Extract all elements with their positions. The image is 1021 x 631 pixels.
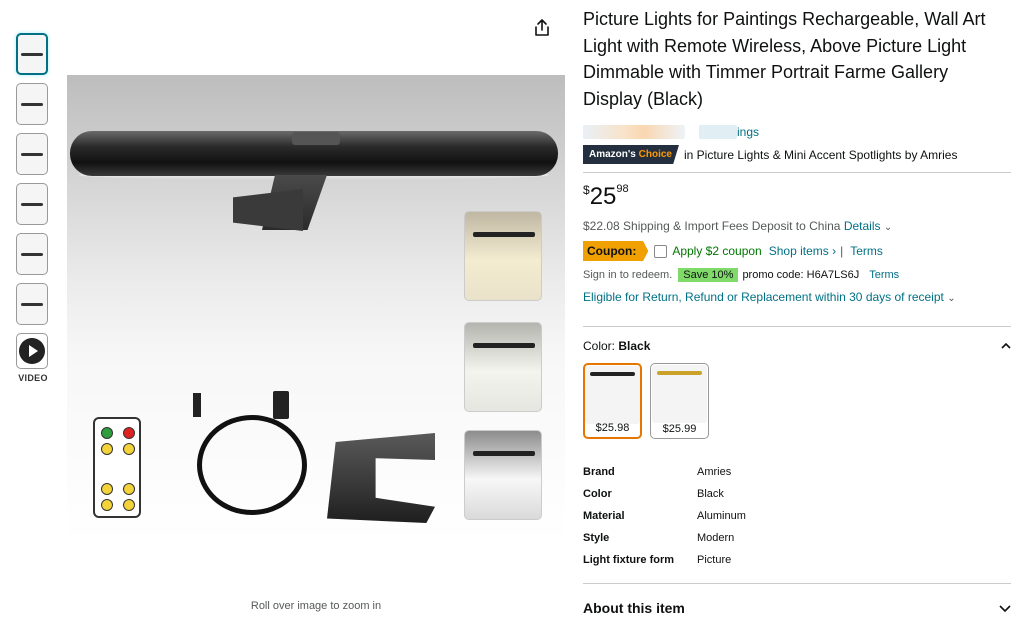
- thumbnail-lamp-image: [21, 252, 43, 256]
- cool-light-swatch: [464, 430, 542, 520]
- table-row: Style Modern: [583, 527, 746, 549]
- variant-image: [585, 366, 640, 424]
- details-link[interactable]: Details: [844, 219, 881, 233]
- amazons-choice-badge: Amazon's Choice: [583, 145, 679, 164]
- divider: [583, 583, 1011, 584]
- variant-price: $25.98: [595, 422, 630, 434]
- lamp-mount-image: [233, 189, 303, 231]
- thumbnail-1[interactable]: [16, 33, 48, 75]
- thumbnail-lamp-image: [21, 302, 43, 306]
- price-fraction: 98: [616, 183, 629, 195]
- variant-image: [652, 365, 707, 423]
- price-symbol: $: [583, 183, 590, 197]
- shipping-text: $22.08 Shipping & Import Fees Deposit to…: [583, 219, 841, 233]
- coupon-row: Coupon: Apply $2 coupon Shop items › | T…: [583, 241, 1011, 261]
- main-product-image[interactable]: [67, 75, 565, 543]
- neutral-light-swatch: [464, 322, 542, 412]
- table-row: Brand Amries: [583, 461, 746, 483]
- thumbnail-strip: VIDEO: [16, 33, 50, 383]
- color-variants: $25.98 $25.99: [583, 363, 1011, 439]
- divider: [583, 326, 1011, 327]
- micro-usb-plug-image: [193, 393, 201, 417]
- price: $ 25 98: [583, 181, 1011, 209]
- ratings-link[interactable]: ings: [737, 125, 759, 139]
- spec-value: Black: [697, 488, 724, 500]
- remote-control-image: [93, 417, 141, 518]
- coupon-checkbox[interactable]: [654, 244, 668, 258]
- usb-cable-image: [197, 415, 307, 515]
- thumbnail-lamp-image: [21, 202, 43, 206]
- return-policy-text[interactable]: Eligible for Return, Refund or Replaceme…: [583, 290, 944, 304]
- badge-prefix: Amazon's: [589, 149, 636, 160]
- variant-black[interactable]: $25.98: [583, 363, 642, 439]
- divider: [583, 172, 1011, 173]
- thumbnail-lamp-image: [21, 102, 43, 106]
- sign-in-to-redeem: Sign in to redeem.: [583, 269, 673, 281]
- usb-plug-image: [273, 391, 289, 419]
- choice-in: in: [683, 147, 694, 162]
- thumbnail-video[interactable]: [16, 333, 48, 369]
- table-row: Material Aluminum: [583, 505, 746, 527]
- thumbnail-6[interactable]: [16, 283, 48, 325]
- product-details: Picture Lights for Paintings Rechargeabl…: [583, 6, 1011, 616]
- lamp-hinge-image: [292, 132, 340, 145]
- coupon-terms-link[interactable]: Terms: [850, 244, 883, 258]
- spec-key: Color: [583, 488, 612, 500]
- spec-value: Picture: [697, 554, 732, 566]
- amazons-choice-row: Amazon's Choice in Picture Lights & Mini…: [583, 145, 1011, 164]
- promo-terms-link[interactable]: Terms: [869, 269, 899, 281]
- thumbnail-lamp-image: [21, 152, 43, 156]
- color-label: Color:: [583, 339, 616, 353]
- selected-color: Black: [618, 339, 651, 353]
- choice-brand: by Amries: [904, 147, 958, 162]
- promo-row: Sign in to redeem. Save 10% promo code: …: [583, 268, 1011, 282]
- chevron-down-icon[interactable]: ⌄: [884, 222, 892, 233]
- price-whole: 25: [589, 183, 617, 210]
- chevron-up-icon[interactable]: [1001, 342, 1011, 350]
- shipping-info: $22.08 Shipping & Import Fees Deposit to…: [583, 219, 1011, 233]
- spec-key: Light fixture form: [583, 554, 675, 566]
- table-row: Color Black: [583, 483, 746, 505]
- choice-category-link[interactable]: Picture Lights & Mini Accent Spotlights: [697, 148, 902, 162]
- thumbnail-4[interactable]: [16, 183, 48, 225]
- variant-gold[interactable]: $25.99: [650, 363, 709, 439]
- thumbnail-3[interactable]: [16, 133, 48, 175]
- zoom-hint: Roll over image to zoom in: [250, 600, 382, 612]
- bracket-image: [327, 433, 435, 523]
- coupon-tag: Coupon:: [583, 241, 649, 261]
- rating-count-blurred: [699, 125, 737, 139]
- spec-value: Amries: [697, 466, 732, 478]
- badge-choice: Choice: [638, 149, 672, 160]
- return-policy-link[interactable]: Eligible for Return, Refund or Replaceme…: [583, 290, 1011, 304]
- save-badge: Save 10%: [678, 268, 739, 282]
- chevron-down-icon[interactable]: [999, 604, 1011, 612]
- color-selector-header[interactable]: Color: Black: [583, 339, 1011, 353]
- about-this-item-title: About this item: [583, 600, 685, 616]
- apply-coupon-label[interactable]: Apply $2 coupon: [672, 244, 761, 258]
- specs-table: Brand Amries Color Black Material Aluminum …: [583, 461, 746, 571]
- warm-light-swatch: [464, 211, 542, 301]
- spec-key: Style: [583, 532, 610, 544]
- spec-key: Brand: [583, 466, 615, 478]
- promo-code: promo code: H6A7LS6J: [742, 269, 860, 281]
- about-this-item-header[interactable]: About this item: [583, 600, 1011, 616]
- thumbnail-2[interactable]: [16, 83, 48, 125]
- spec-value: Modern: [697, 532, 735, 544]
- thumbnail-lamp-image: [21, 52, 43, 56]
- coupon-separator: |: [840, 244, 844, 258]
- table-row: Light fixture form Picture: [583, 549, 746, 571]
- thumbnail-5[interactable]: [16, 233, 48, 275]
- spec-value: Aluminum: [697, 510, 746, 522]
- spec-key: Material: [583, 510, 625, 522]
- shop-items-link[interactable]: Shop items ›: [769, 244, 836, 258]
- product-title: Picture Lights for Paintings Rechargeabl…: [583, 9, 986, 109]
- ratings-row[interactable]: ings: [583, 124, 1011, 140]
- variant-price: $25.99: [662, 423, 697, 435]
- choice-text: in Picture Lights & Mini Accent Spotligh…: [684, 148, 958, 162]
- rating-stars-blurred: [583, 125, 685, 139]
- play-icon: [19, 338, 45, 364]
- video-label: VIDEO: [18, 373, 48, 383]
- share-icon[interactable]: [532, 18, 552, 38]
- chevron-down-icon[interactable]: ⌄: [947, 293, 955, 304]
